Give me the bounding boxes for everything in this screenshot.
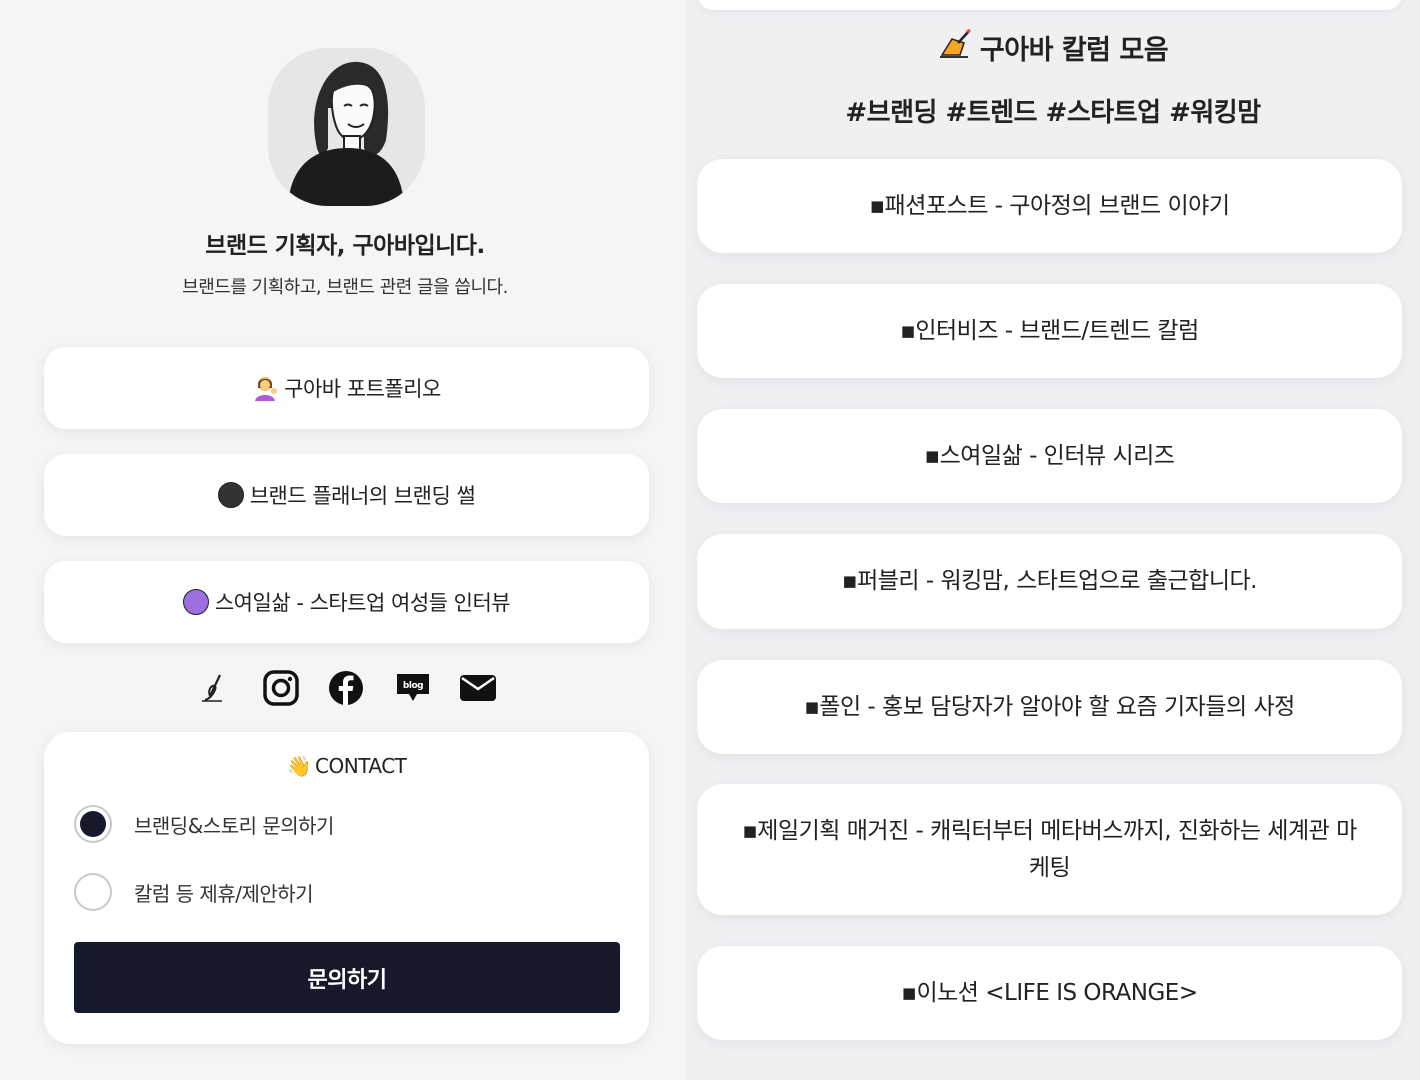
purple-circle-icon bbox=[182, 589, 209, 615]
profile-column: 브랜드 기획자, 구아바입니다. 브랜드를 기획하고, 브랜드 관련 글을 씁니… bbox=[0, 0, 690, 1080]
branding-inquiry-label: 브랜딩&스토리 문의하기 bbox=[134, 813, 334, 838]
contact-form: 👋 CONTACT 브랜딩&스토리 문의하기 칼럼 등 제휴/제안하기 문의하기 bbox=[44, 732, 649, 1044]
contact-title: 👋 CONTACT bbox=[44, 754, 649, 778]
blog-icon-text: blog bbox=[403, 681, 423, 691]
column-proposal-label: 칼럼 등 제휴/제안하기 bbox=[134, 881, 314, 906]
portfolio-link-button[interactable]: 구아바 포트폴리오 bbox=[44, 347, 649, 429]
avatar bbox=[268, 48, 425, 206]
social-links: blog bbox=[0, 664, 690, 712]
writing-hand-icon bbox=[938, 28, 972, 66]
column-link-innocean[interactable]: ▪이노션 <LIFE IS ORANGE> bbox=[697, 946, 1402, 1040]
facebook-icon[interactable] bbox=[322, 664, 370, 712]
column-proposal-option[interactable]: 칼럼 등 제휴/제안하기 bbox=[74, 872, 314, 912]
portfolio-link-label: 구아바 포트폴리오 bbox=[284, 377, 441, 401]
branding-story-link-label: 브랜드 플래너의 브랜딩 썰 bbox=[249, 484, 476, 508]
instagram-icon[interactable] bbox=[257, 664, 305, 712]
column-title-label: 구아바 칼럼 모음 bbox=[979, 35, 1169, 66]
column-link-publy[interactable]: ▪퍼블리 - 워킹맘, 스타트업으로 출근합니다. bbox=[697, 534, 1402, 629]
mail-icon[interactable] bbox=[454, 664, 502, 712]
profile-name: 브랜드 기획자, 구아바입니다. bbox=[205, 233, 485, 259]
radio-button-selected[interactable] bbox=[74, 805, 112, 843]
branding-story-link-button[interactable]: 브랜드 플래너의 브랜딩 썰 bbox=[44, 454, 649, 536]
profile-bio: 브랜드를 기획하고, 브랜드 관련 글을 씁니다. bbox=[182, 277, 508, 298]
previous-link-card-edge[interactable] bbox=[698, 0, 1402, 10]
branding-inquiry-option[interactable]: 브랜딩&스토리 문의하기 bbox=[74, 804, 334, 844]
black-circle-icon bbox=[217, 482, 244, 508]
column-link-cheil-magazine[interactable]: ▪제일기획 매거진 - 캐릭터부터 메타버스까지, 진화하는 세계관 마케팅 bbox=[697, 784, 1402, 915]
person-tipping-hand-icon bbox=[252, 375, 278, 401]
column-title: 구아바 칼럼 모음 bbox=[686, 28, 1420, 67]
radio-button-unselected[interactable] bbox=[74, 873, 112, 911]
startup-women-interview-link-label: 스여일삶 - 스타트업 여성들 인터뷰 bbox=[214, 591, 511, 615]
column-link-folin[interactable]: ▪폴인 - 홍보 담당자가 알아야 할 요즘 기자들의 사정 bbox=[697, 660, 1402, 754]
blog-icon[interactable]: blog bbox=[389, 664, 437, 712]
brunch-pen-icon[interactable] bbox=[190, 664, 238, 712]
column-link-fashionpost[interactable]: ▪패션포스트 - 구아정의 브랜드 이야기 bbox=[697, 159, 1402, 253]
inquiry-submit-button[interactable]: 문의하기 bbox=[74, 942, 620, 1013]
column-link-interbiz[interactable]: ▪인터비즈 - 브랜드/트렌드 칼럼 bbox=[697, 284, 1402, 378]
waving-hand-icon: 👋 bbox=[286, 754, 312, 778]
column-hashtags: #브랜딩 #트렌드 #스타트업 #워킹맘 bbox=[845, 98, 1261, 128]
contact-title-label: CONTACT bbox=[315, 754, 407, 778]
column-list-panel: 구아바 칼럼 모음 #브랜딩 #트렌드 #스타트업 #워킹맘 ▪패션포스트 - … bbox=[686, 0, 1420, 1080]
startup-women-interview-link-button[interactable]: 스여일삶 - 스타트업 여성들 인터뷰 bbox=[44, 561, 649, 643]
column-link-interview-series[interactable]: ▪스여일삶 - 인터뷰 시리즈 bbox=[697, 409, 1402, 503]
